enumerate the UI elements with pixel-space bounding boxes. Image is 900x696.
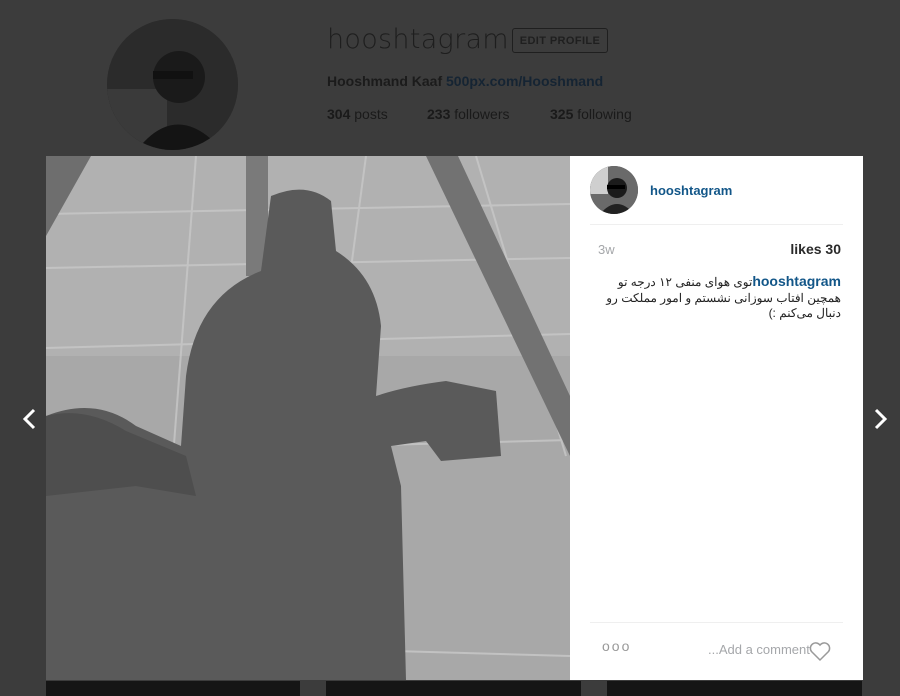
full-name: Hooshmand Kaaf xyxy=(327,73,443,89)
profile-avatar[interactable] xyxy=(107,19,238,150)
following-count: 325 xyxy=(550,106,574,122)
followers-label: followers xyxy=(454,106,510,122)
comment-input[interactable]: ...Add a comment xyxy=(708,642,810,657)
posts-count: 304 xyxy=(327,106,351,122)
followers-count: 233 xyxy=(427,106,451,122)
posts-label: posts xyxy=(354,106,388,122)
profile-stats: 304 posts 233 followers 325 following xyxy=(327,106,632,122)
grid-thumbnail[interactable] xyxy=(607,681,862,696)
heart-icon[interactable] xyxy=(808,640,832,662)
grid-thumbnail[interactable] xyxy=(46,681,300,696)
edit-profile-button[interactable]: EDIT PROFILE xyxy=(512,28,608,53)
caption-username[interactable]: hooshtagram xyxy=(752,273,841,289)
profile-username: hooshtagram xyxy=(327,24,509,55)
chevron-left-icon[interactable] xyxy=(20,404,40,434)
website-link[interactable]: 500px.com/Hooshmand xyxy=(446,73,603,89)
posts-stat: 304 posts xyxy=(327,106,427,122)
likes-count[interactable]: likes 30 xyxy=(790,241,841,257)
post-author-avatar[interactable] xyxy=(590,166,638,214)
following-stat[interactable]: 325 following xyxy=(550,106,632,122)
followers-stat[interactable]: 233 followers xyxy=(427,106,550,122)
post-header: hooshtagram xyxy=(590,166,732,214)
following-label: following xyxy=(577,106,632,122)
chevron-right-icon[interactable] xyxy=(870,404,890,434)
profile-bio: Hooshmand Kaaf 500px.com/Hooshmand xyxy=(327,73,603,89)
grid-thumbnail[interactable] xyxy=(326,681,581,696)
post-author-username[interactable]: hooshtagram xyxy=(650,183,732,198)
post-time[interactable]: 3w xyxy=(598,242,615,257)
post-photo[interactable] xyxy=(46,156,570,680)
post-details-panel: hooshtagram 3w likes 30 hooshtagramتوی ه… xyxy=(570,156,863,680)
post-caption: hooshtagramتوی هوای منفی ۱۲ درجه تو همچی… xyxy=(592,273,841,322)
header-divider xyxy=(590,224,843,225)
footer-divider xyxy=(590,622,843,623)
more-options-button[interactable]: ooo xyxy=(602,638,631,654)
